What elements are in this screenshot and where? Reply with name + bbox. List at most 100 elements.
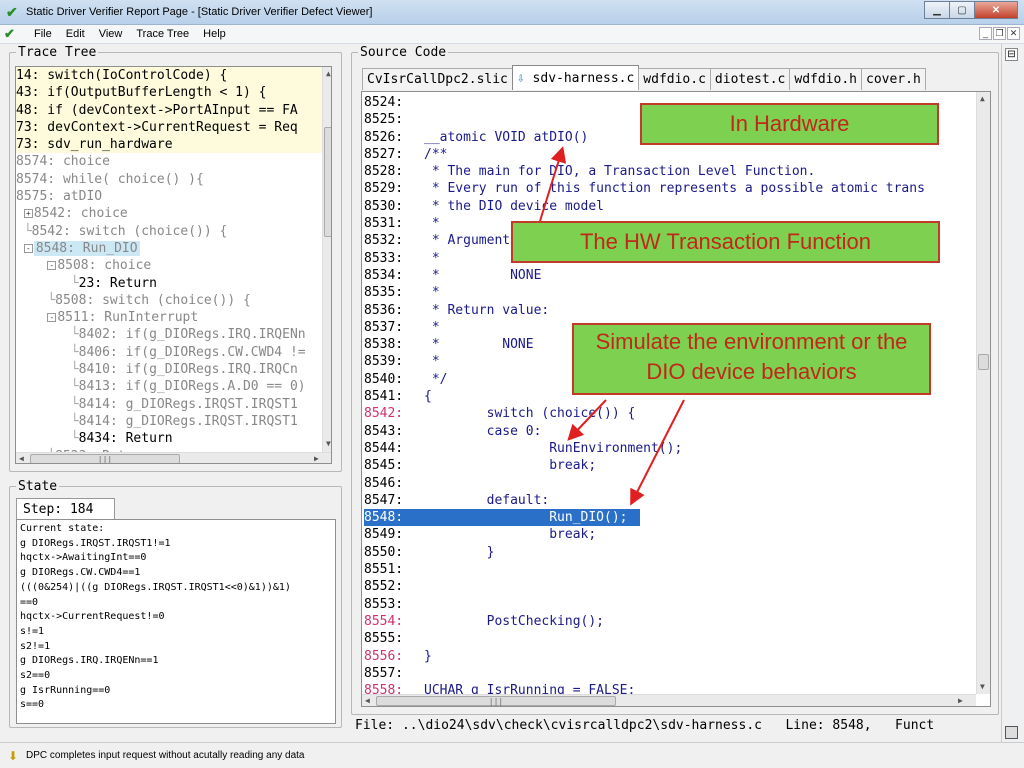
tree-connector: └	[70, 379, 79, 395]
trace-row[interactable]: 8574: while( choice() ){	[16, 171, 326, 188]
code-view[interactable]: 8524: 8525: 8526: __atomic VOID atDIO() 8527…	[361, 91, 991, 707]
step-tab[interactable]: Step: 184	[16, 498, 115, 520]
code-line[interactable]: 8546:	[364, 475, 964, 492]
trace-row[interactable]: └8406: if(g_DIORegs.CW.CWD4 !=	[16, 344, 326, 361]
code-line[interactable]: 8527: /**	[364, 146, 964, 163]
trace-hscrollbar[interactable]: ◀ ||| ▶	[16, 452, 331, 463]
scroll-left-icon[interactable]: ◀	[365, 696, 370, 705]
trace-row-label: 8574: choice	[16, 154, 110, 170]
code-line[interactable]: 8530: * the DIO device model	[364, 198, 964, 215]
code-line[interactable]: 8548: Run_DIO();	[364, 509, 640, 527]
scroll-up-icon[interactable]: ▲	[326, 69, 331, 78]
collapse-icon[interactable]: -	[23, 243, 33, 253]
code-line[interactable]: 8551:	[364, 561, 964, 578]
mdi-minimize-button[interactable]: _	[979, 27, 992, 40]
line-text: * Argument	[424, 233, 511, 249]
code-line[interactable]: 8556:}	[364, 648, 964, 665]
trace-row[interactable]: 8574: choice	[16, 153, 326, 170]
code-line[interactable]: 8545: break;	[364, 457, 964, 474]
trace-row[interactable]: 73: sdv_run_hardware	[16, 136, 326, 154]
code-line[interactable]: 8529: * Every run of this function repre…	[364, 180, 964, 197]
code-line[interactable]: 8552:	[364, 578, 964, 595]
trace-row[interactable]: └8542: switch (choice()) {	[16, 223, 326, 240]
code-vscroll-thumb[interactable]	[978, 354, 989, 370]
expand-icon[interactable]: +	[23, 209, 33, 219]
trace-row[interactable]: └23: Return	[16, 275, 326, 292]
state-line: s!=1	[20, 625, 45, 637]
tree-connector: └	[70, 396, 79, 412]
trace-row[interactable]: -8548: Run_DIO	[16, 240, 326, 257]
trace-row[interactable]: -8508: choice	[16, 257, 326, 274]
code-line[interactable]: 8543: case 0:	[364, 423, 964, 440]
mdi-restore-button[interactable]: ❐	[993, 27, 1006, 40]
code-line[interactable]: 8536: * Return value:	[364, 302, 964, 319]
code-line[interactable]: 8528: * The main for DIO, a Transaction …	[364, 163, 964, 180]
collapse-icon[interactable]: -	[47, 313, 57, 323]
code-line[interactable]: 8555:	[364, 630, 964, 647]
line-number: 8528:	[364, 164, 404, 180]
minimize-button[interactable]: ▁	[924, 1, 950, 19]
menu-item-edit[interactable]: Edit	[64, 28, 87, 40]
code-line[interactable]: 8550: }	[364, 544, 964, 561]
code-line[interactable]: 8557:	[364, 665, 964, 682]
trace-row[interactable]: 48: if (devContext->PortAInput == FA	[16, 101, 326, 119]
code-line[interactable]: 8542: switch (choice()) {	[364, 405, 964, 422]
code-line[interactable]: 8534: * NONE	[364, 267, 964, 284]
tab-wdfdio-c[interactable]: wdfdio.c	[638, 68, 711, 90]
code-hscroll-thumb[interactable]: |||	[376, 696, 616, 706]
code-line[interactable]: 8554: PostChecking();	[364, 613, 964, 630]
trace-hscroll-thumb[interactable]: |||	[30, 454, 180, 463]
close-button[interactable]: ✕	[974, 1, 1018, 19]
line-number: 8527:	[364, 146, 404, 162]
code-hscrollbar[interactable]: ◀ ||| ▶	[362, 694, 976, 706]
trace-row[interactable]: └8410: if(g_DIORegs.IRQ.IRQCn	[16, 361, 326, 378]
trace-row[interactable]: └8414: g_DIORegs.IRQST.IRQST1	[16, 413, 326, 430]
scroll-down-icon[interactable]: ▼	[980, 682, 985, 691]
trace-row[interactable]: -8511: RunInterrupt	[16, 309, 326, 326]
state-line: g IsrRunning==0	[20, 684, 111, 696]
tab-diotest-c[interactable]: diotest.c	[709, 68, 791, 90]
line-text: * NONE	[424, 337, 534, 353]
mdi-close-button[interactable]: ✕	[1007, 27, 1020, 40]
line-text: * Return value:	[424, 302, 550, 318]
checkmark-icon: ✔	[6, 4, 18, 20]
trace-tree-list[interactable]: 14: switch(IoControlCode) {43: if(Output…	[15, 66, 332, 464]
menu-item-file[interactable]: File	[32, 28, 54, 40]
tab-cover-h[interactable]: cover.h	[861, 68, 926, 90]
trace-row[interactable]: 73: devContext->CurrentRequest = Req	[16, 118, 326, 137]
panel-minimize-button[interactable]: ⊟	[1005, 48, 1018, 61]
trace-row[interactable]: └8508: switch (choice()) {	[16, 292, 326, 309]
code-vscrollbar[interactable]: ▲ ▼	[976, 92, 990, 694]
trace-row[interactable]: 14: switch(IoControlCode) {	[16, 67, 326, 85]
code-line[interactable]: 8547: default:	[364, 492, 964, 509]
trace-row[interactable]: └8413: if(g_DIORegs.A.D0 == 0)	[16, 378, 326, 395]
code-line[interactable]: 8553:	[364, 596, 964, 613]
scroll-right-icon[interactable]: ▶	[958, 696, 963, 705]
menu-item-view[interactable]: View	[97, 28, 125, 40]
tab-sdv-harness-c[interactable]: ⇩ sdv-harness.c	[511, 65, 640, 90]
scroll-down-icon[interactable]: ▼	[326, 439, 331, 448]
panel-toggle-button[interactable]	[1005, 726, 1018, 739]
line-text: * NONE	[424, 267, 542, 283]
collapse-icon[interactable]: -	[47, 261, 57, 271]
code-line[interactable]: 8549: break;	[364, 526, 964, 543]
trace-row[interactable]: └8402: if(g_DIORegs.IRQ.IRQENn	[16, 326, 326, 343]
maximize-button[interactable]: ▢	[949, 1, 975, 19]
scroll-left-icon[interactable]: ◀	[19, 454, 24, 463]
scroll-up-icon[interactable]: ▲	[980, 94, 985, 103]
menu-item-trace-tree[interactable]: Trace Tree	[134, 28, 191, 40]
tab-label: sdv-harness.c	[532, 71, 635, 86]
trace-vscrollbar[interactable]: ▲ ▼	[322, 67, 331, 452]
scroll-right-icon[interactable]: ▶	[314, 454, 319, 463]
menu-item-help[interactable]: Help	[201, 28, 228, 40]
trace-row[interactable]: +8542: choice	[16, 205, 326, 222]
trace-row[interactable]: 8575: atDIO	[16, 188, 326, 205]
trace-row[interactable]: └8434: Return	[16, 430, 326, 447]
trace-row[interactable]: └8414: g_DIORegs.IRQST.IRQST1	[16, 396, 326, 413]
code-line[interactable]: 8535: *	[364, 284, 964, 301]
trace-vscroll-thumb[interactable]	[324, 127, 331, 237]
trace-row[interactable]: 43: if(OutputBufferLength < 1) {	[16, 84, 326, 102]
tab-wdfdio-h[interactable]: wdfdio.h	[789, 68, 862, 90]
tab-cvisrcalldpc2-slic[interactable]: CvIsrCallDpc2.slic	[362, 68, 513, 90]
code-line[interactable]: 8544: RunEnvironment();	[364, 440, 964, 457]
